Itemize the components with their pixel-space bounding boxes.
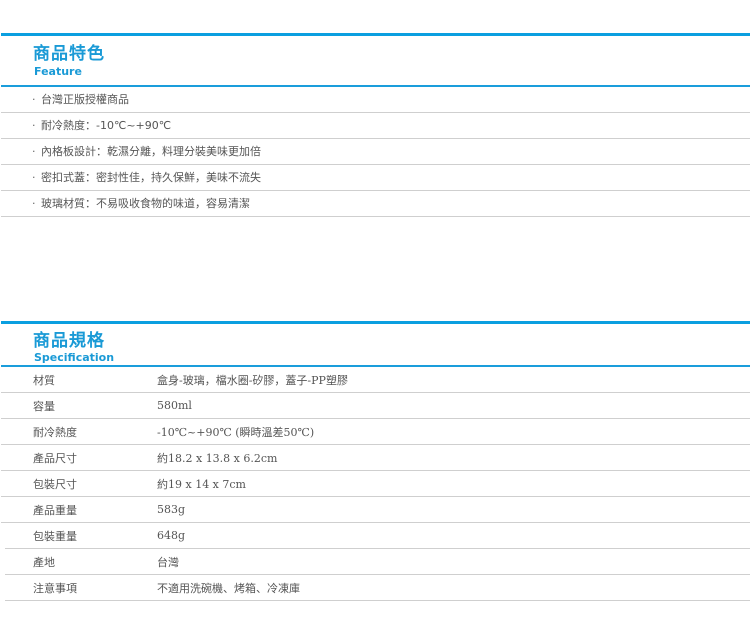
spec-value: 約18.2 x 13.8 x 6.2cm <box>157 451 278 465</box>
spec-label: 產品尺寸 <box>33 451 77 465</box>
feature-item: · 台灣正版授權商品 <box>1 87 750 113</box>
spec-row-package-weight: 包裝重量 648g <box>5 523 750 549</box>
spec-label: 注意事項 <box>33 581 77 595</box>
spec-label: 容量 <box>33 399 55 413</box>
spec-title: 商品規格 <box>33 331 105 351</box>
feature-item: · 密扣式蓋：密封性佳，持久保鮮，美味不流失 <box>1 165 750 191</box>
spec-header: 商品規格 Specification <box>1 321 750 367</box>
feature-header: 商品特色 Feature <box>1 33 750 87</box>
feature-title: 商品特色 <box>33 44 105 64</box>
spec-value: 約19 x 14 x 7cm <box>157 477 246 491</box>
bullet-icon: · <box>32 93 36 106</box>
feature-section: 商品特色 Feature · 台灣正版授權商品 · 耐冷熱度：-10℃~+90℃ ·… <box>1 33 750 217</box>
spec-label: 產地 <box>33 555 55 569</box>
spec-row-temperature: 耐冷熱度 -10℃~+90℃ (瞬時溫差50℃) <box>1 419 750 445</box>
spec-row-product-weight: 產品重量 583g <box>1 497 750 523</box>
bullet-icon: · <box>32 119 36 132</box>
spec-row-product-size: 產品尺寸 約18.2 x 13.8 x 6.2cm <box>1 445 750 471</box>
spec-row-package-size: 包裝尺寸 約19 x 14 x 7cm <box>1 471 750 497</box>
feature-text: 內格板設計：乾濕分離，料理分裝美味更加倍 <box>41 145 261 158</box>
feature-item: · 玻璃材質：不易吸收食物的味道，容易清潔 <box>1 191 750 217</box>
spec-value: 580ml <box>157 399 192 412</box>
spec-value: 台灣 <box>157 555 179 569</box>
spec-table: 材質 盒身-玻璃，檔水圈-矽膠，蓋子-PP塑膠 容量 580ml 耐冷熱度 -1… <box>1 367 750 601</box>
spec-value: -10℃~+90℃ (瞬時溫差50℃) <box>157 425 315 439</box>
spec-subtitle: Specification <box>34 351 115 364</box>
spec-row-notes: 注意事項 不適用洗碗機、烤箱、冷凍庫 <box>5 575 750 601</box>
spec-label: 耐冷熱度 <box>33 425 77 439</box>
feature-text: 密扣式蓋：密封性佳，持久保鮮，美味不流失 <box>41 171 261 184</box>
bullet-icon: · <box>32 197 36 210</box>
feature-text: 玻璃材質：不易吸收食物的味道，容易清潔 <box>41 197 250 210</box>
feature-item: · 內格板設計：乾濕分離，料理分裝美味更加倍 <box>1 139 750 165</box>
feature-list: · 台灣正版授權商品 · 耐冷熱度：-10℃~+90℃ · 內格板設計：乾濕分離，料理… <box>1 87 750 217</box>
spec-row-material: 材質 盒身-玻璃，檔水圈-矽膠，蓋子-PP塑膠 <box>1 367 750 393</box>
spec-label: 材質 <box>33 373 55 387</box>
spec-label: 產品重量 <box>33 503 77 517</box>
spec-value: 盒身-玻璃，檔水圈-矽膠，蓋子-PP塑膠 <box>157 373 348 387</box>
spec-row-capacity: 容量 580ml <box>1 393 750 419</box>
spec-value: 583g <box>157 503 186 516</box>
spec-value: 648g <box>157 529 186 542</box>
spec-section: 商品規格 Specification 材質 盒身-玻璃，檔水圈-矽膠，蓋子-PP… <box>1 321 750 601</box>
feature-item: · 耐冷熱度：-10℃~+90℃ <box>1 113 750 139</box>
spec-label: 包裝尺寸 <box>33 477 77 491</box>
spec-value: 不適用洗碗機、烤箱、冷凍庫 <box>157 581 300 595</box>
feature-text: 台灣正版授權商品 <box>41 93 129 106</box>
bullet-icon: · <box>32 145 36 158</box>
spec-row-origin: 產地 台灣 <box>5 549 750 575</box>
spec-label: 包裝重量 <box>33 529 77 543</box>
feature-text: 耐冷熱度：-10℃~+90℃ <box>41 119 172 132</box>
bullet-icon: · <box>32 171 36 184</box>
feature-subtitle: Feature <box>34 65 82 78</box>
